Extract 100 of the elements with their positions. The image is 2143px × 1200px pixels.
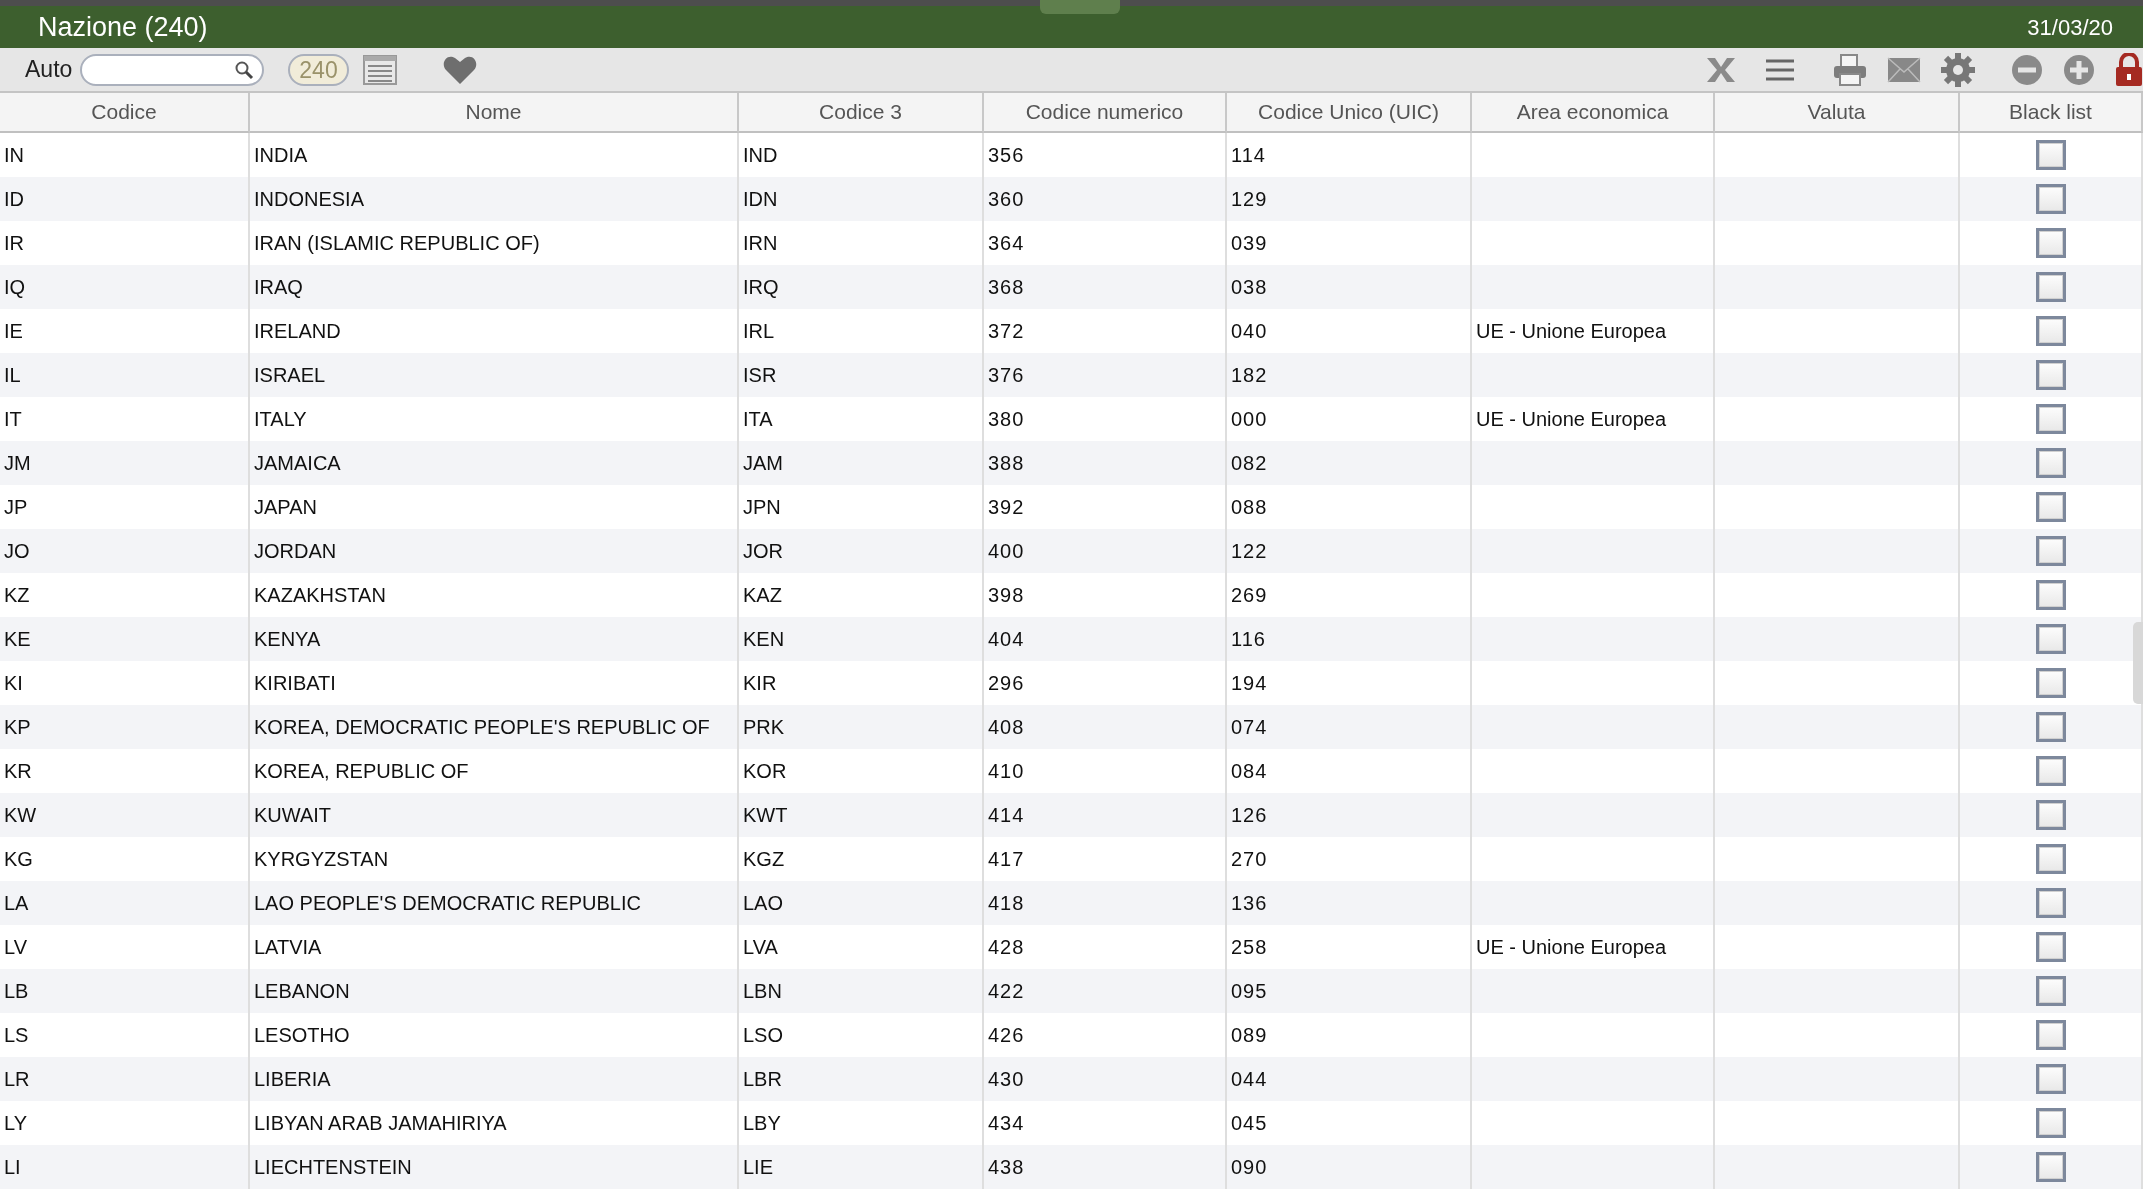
checkbox[interactable] bbox=[2035, 1152, 2066, 1182]
table-cell-text: 082 bbox=[1231, 451, 1268, 476]
drag-handle[interactable] bbox=[1040, 0, 1120, 14]
checkbox[interactable] bbox=[2035, 404, 2066, 434]
table-cell-text: INDONESIA bbox=[254, 187, 365, 212]
minus-circle-icon[interactable] bbox=[2011, 53, 2043, 86]
table-cell-text: ID bbox=[4, 187, 24, 212]
column-header[interactable]: Black list bbox=[1960, 93, 2143, 133]
table-cell-text: KOR bbox=[743, 759, 787, 784]
search-icon bbox=[234, 59, 255, 80]
column-header[interactable]: Codice Unico (UIC) bbox=[1227, 93, 1472, 133]
table-cell-text: 392 bbox=[988, 495, 1025, 520]
table-cell-text: KG bbox=[4, 847, 33, 872]
table-cell-text: 122 bbox=[1231, 539, 1268, 564]
table-cell-text: 417 bbox=[988, 847, 1025, 872]
column-header[interactable]: Nome bbox=[250, 93, 739, 133]
table-cell-text: 414 bbox=[988, 803, 1025, 828]
checkbox[interactable] bbox=[2035, 360, 2066, 390]
table-cell-text: 270 bbox=[1231, 847, 1268, 872]
checkbox[interactable] bbox=[2035, 800, 2066, 830]
checkbox[interactable] bbox=[2035, 492, 2066, 522]
table-cell-text: KIR bbox=[743, 671, 777, 696]
table-cell-text: IE bbox=[4, 319, 23, 344]
table-cell-text: 194 bbox=[1231, 671, 1268, 696]
table-cell-text: 088 bbox=[1231, 495, 1268, 520]
table-cell-text: IQ bbox=[4, 275, 26, 300]
settings-icon[interactable] bbox=[1941, 52, 1975, 87]
table-cell-text: 438 bbox=[988, 1155, 1025, 1180]
table-cell-text: KIRIBATI bbox=[254, 671, 336, 696]
column-header[interactable]: Codice numerico bbox=[984, 93, 1227, 133]
envelope-icon[interactable] bbox=[1887, 56, 1921, 83]
table-cell-text: LB bbox=[4, 979, 29, 1004]
table-cell-text: IRAN (ISLAMIC REPUBLIC OF) bbox=[254, 231, 540, 256]
table-cell-text: KR bbox=[4, 759, 32, 784]
table-cell-text: 380 bbox=[988, 407, 1025, 432]
table-cell-text: PRK bbox=[743, 715, 785, 740]
table-cell-text: 398 bbox=[988, 583, 1025, 608]
table-cell-text: LS bbox=[4, 1023, 29, 1048]
checkbox[interactable] bbox=[2035, 712, 2066, 742]
scrollbar-thumb[interactable] bbox=[2133, 622, 2143, 704]
menu-icon[interactable] bbox=[1765, 57, 1795, 82]
table-cell-text: ITA bbox=[743, 407, 773, 432]
table-cell-text: LBR bbox=[743, 1067, 782, 1092]
checkbox[interactable] bbox=[2035, 932, 2066, 962]
table-cell-text: KAZAKHSTAN bbox=[254, 583, 386, 608]
table-cell-text: JP bbox=[4, 495, 28, 520]
table-cell-text: JORDAN bbox=[254, 539, 337, 564]
column-header[interactable]: Area economica bbox=[1472, 93, 1715, 133]
checkbox[interactable] bbox=[2035, 536, 2066, 566]
window-title: Nazione (240) bbox=[38, 10, 208, 44]
printer-icon[interactable] bbox=[1833, 53, 1867, 86]
table-cell-text: KW bbox=[4, 803, 37, 828]
table-cell-text: KGZ bbox=[743, 847, 785, 872]
checkbox[interactable] bbox=[2035, 888, 2066, 918]
checkbox[interactable] bbox=[2035, 668, 2066, 698]
table-cell-text: LA bbox=[4, 891, 29, 916]
checkbox[interactable] bbox=[2035, 1108, 2066, 1138]
mode-label: Auto bbox=[25, 55, 73, 85]
column-header[interactable]: Valuta bbox=[1715, 93, 1960, 133]
table-cell-text: 376 bbox=[988, 363, 1025, 388]
checkbox[interactable] bbox=[2035, 580, 2066, 610]
column-header[interactable]: Codice 3 bbox=[739, 93, 984, 133]
table-cell-text: LY bbox=[4, 1111, 27, 1136]
checkbox[interactable] bbox=[2035, 844, 2066, 874]
checkbox[interactable] bbox=[2035, 316, 2066, 346]
checkbox[interactable] bbox=[2035, 184, 2066, 214]
checkbox[interactable] bbox=[2035, 1020, 2066, 1050]
table-cell-text: LIE bbox=[743, 1155, 774, 1180]
record-count: 240 bbox=[288, 53, 349, 86]
checkbox[interactable] bbox=[2035, 1064, 2066, 1094]
table-cell-text: 404 bbox=[988, 627, 1025, 652]
padlock-icon[interactable] bbox=[2115, 52, 2143, 87]
checkbox[interactable] bbox=[2035, 140, 2066, 170]
table-cell-text: IRQ bbox=[743, 275, 779, 300]
checkbox[interactable] bbox=[2035, 976, 2066, 1006]
table-cell-text: LIECHTENSTEIN bbox=[254, 1155, 412, 1180]
checkbox[interactable] bbox=[2035, 272, 2066, 302]
checkbox[interactable] bbox=[2035, 624, 2066, 654]
table-cell-text: 400 bbox=[988, 539, 1025, 564]
checkbox[interactable] bbox=[2035, 448, 2066, 478]
column-header[interactable]: Codice bbox=[0, 93, 250, 133]
table-cell-text: 372 bbox=[988, 319, 1025, 344]
date-label: 31/03/20 bbox=[2027, 13, 2113, 42]
table-cell-text: 368 bbox=[988, 275, 1025, 300]
checkbox[interactable] bbox=[2035, 228, 2066, 258]
plus-circle-icon[interactable] bbox=[2063, 53, 2095, 86]
x-icon[interactable] bbox=[1705, 55, 1737, 84]
table-cell-text: LAO PEOPLE'S DEMOCRATIC REPUBLIC bbox=[254, 891, 641, 916]
table-cell-text: LAO bbox=[743, 891, 784, 916]
table-cell-text: 258 bbox=[1231, 935, 1268, 960]
table-cell-text: LBY bbox=[743, 1111, 781, 1136]
table-cell-text: JOR bbox=[743, 539, 783, 564]
table-cell-text: ISR bbox=[743, 363, 777, 388]
list-icon[interactable] bbox=[362, 54, 397, 85]
table-cell-text: 095 bbox=[1231, 979, 1268, 1004]
heart-icon[interactable] bbox=[442, 54, 477, 85]
search-field[interactable] bbox=[80, 53, 265, 86]
checkbox[interactable] bbox=[2035, 756, 2066, 786]
table-cell-text: 044 bbox=[1231, 1067, 1268, 1092]
table-cell-text: 434 bbox=[988, 1111, 1025, 1136]
